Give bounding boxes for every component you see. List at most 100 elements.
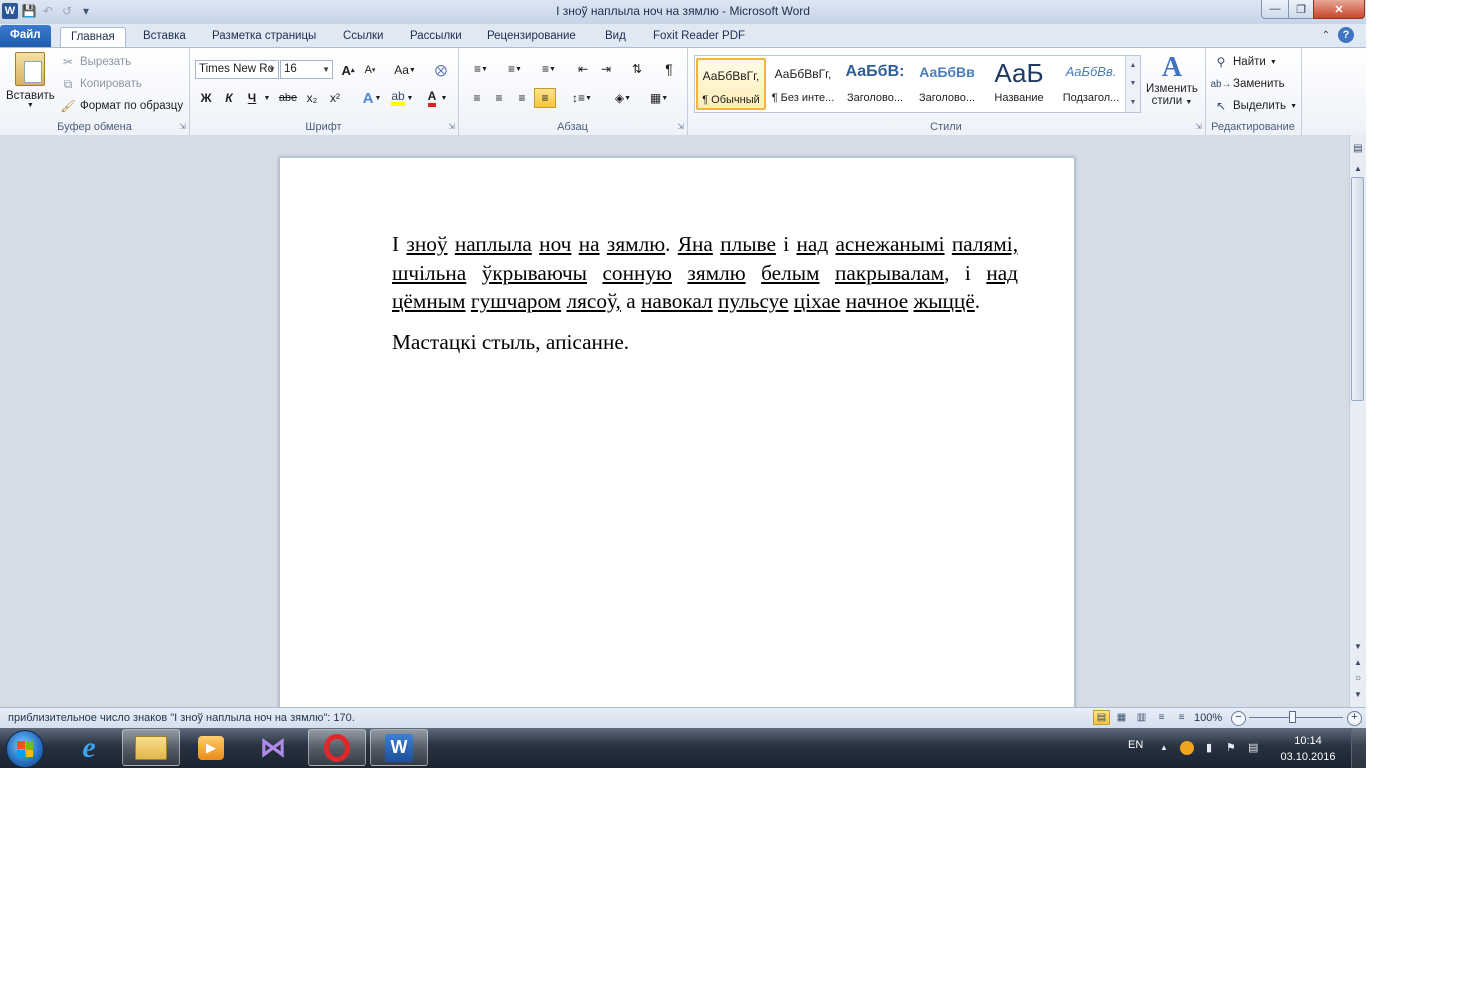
language-indicator[interactable]: EN — [1128, 739, 1143, 751]
italic-button[interactable]: К — [218, 88, 240, 108]
tab-page-layout[interactable]: Разметка страницы — [202, 27, 326, 47]
font-size-box[interactable]: 16 ▼ — [280, 60, 333, 79]
text-run[interactable] — [571, 232, 578, 256]
underlined-word[interactable]: Яна — [678, 232, 713, 256]
underlined-word[interactable]: ноч — [539, 232, 571, 256]
underline-button[interactable]: Ч — [241, 88, 263, 108]
zoom-level[interactable]: 100% — [1194, 712, 1222, 724]
underline-dropdown-icon[interactable]: ▼ — [261, 88, 273, 108]
underlined-word[interactable]: жыццё — [914, 289, 975, 313]
tab-file[interactable]: Файл — [0, 25, 51, 47]
network-icon[interactable]: ▤ — [1248, 741, 1258, 754]
font-name-box[interactable]: Times New Rc ▼ — [195, 60, 279, 79]
tab-view[interactable]: Вид — [595, 27, 636, 47]
close-button[interactable]: ✕ — [1313, 0, 1365, 19]
action-center-flag-icon[interactable]: ⚑ — [1226, 741, 1236, 754]
decrease-indent-icon[interactable]: ⇤ — [572, 59, 594, 79]
minimize-button[interactable]: — — [1261, 0, 1289, 19]
text-run[interactable]: , і — [944, 261, 986, 285]
minimize-ribbon-icon[interactable]: ⌃ — [1322, 30, 1330, 41]
text-run[interactable]: а — [621, 289, 641, 313]
text-run[interactable]: . — [975, 289, 980, 313]
underlined-word[interactable]: над — [986, 261, 1018, 285]
clock[interactable]: 10:14 03.10.2016 — [1278, 733, 1338, 765]
change-styles-button[interactable]: A Изменить стили ▼ — [1146, 53, 1198, 109]
align-left-icon[interactable]: ≡ — [466, 88, 488, 108]
draft-view-icon[interactable]: ≡ — [1173, 710, 1190, 725]
numbering-icon[interactable]: ≡ ▼ — [500, 59, 530, 79]
underlined-word[interactable]: лясоў, — [567, 289, 621, 313]
next-page-icon[interactable]: ▼ — [1350, 687, 1366, 701]
justify-icon[interactable]: ≡ — [534, 88, 556, 108]
scroll-down-icon[interactable]: ▼ — [1130, 80, 1137, 87]
text-run[interactable] — [945, 232, 952, 256]
paragraph-1[interactable]: І зноў наплыла ноч на зямлю. Яна плыве і… — [392, 230, 1018, 316]
underlined-word[interactable]: белым — [761, 261, 819, 285]
taskbar-internet-explorer[interactable]: e — [60, 729, 118, 766]
show-desktop-button[interactable] — [1351, 728, 1366, 768]
shrink-font-button[interactable]: A ▾ — [359, 60, 381, 80]
underlined-word[interactable]: палямі, — [952, 232, 1018, 256]
clear-formatting-icon[interactable]: ⨂ — [430, 60, 452, 80]
text-run[interactable] — [600, 232, 607, 256]
zoom-out-icon[interactable]: − — [1231, 711, 1246, 726]
bold-button[interactable]: Ж — [195, 88, 217, 108]
zoom-in-icon[interactable]: + — [1347, 711, 1362, 726]
document-page[interactable]: І зноў наплыла ноч на зямлю. Яна плыве і… — [279, 157, 1075, 719]
vertical-scrollbar[interactable]: ▤ ▲ ▼ ▲ ○ ▼ — [1349, 135, 1366, 707]
tab-mailings[interactable]: Рассылки — [400, 27, 472, 47]
underlined-word[interactable]: начное — [846, 289, 908, 313]
shading-icon[interactable]: ◈ ▼ — [608, 88, 638, 108]
tab-insert[interactable]: Вставка — [133, 27, 196, 47]
underlined-word[interactable]: навокал — [641, 289, 713, 313]
underlined-word[interactable]: зноў — [406, 232, 447, 256]
align-right-icon[interactable]: ≡ — [511, 88, 533, 108]
dialog-launcher-icon[interactable]: ⇲ — [1195, 122, 1202, 131]
zoom-slider-thumb[interactable] — [1289, 711, 1297, 723]
dialog-launcher-icon[interactable]: ⇲ — [179, 122, 186, 131]
change-case-button[interactable]: Aa ▼ — [390, 60, 420, 80]
chevron-down-icon[interactable]: ▼ — [439, 88, 449, 108]
text-run[interactable] — [746, 261, 761, 285]
underlined-word[interactable]: зямлю — [687, 261, 745, 285]
full-screen-reading-icon[interactable]: ▦ — [1113, 710, 1130, 725]
dialog-launcher-icon[interactable]: ⇲ — [448, 122, 455, 131]
underlined-word[interactable]: ўкрываючы — [482, 261, 587, 285]
underlined-word[interactable]: наплыла — [455, 232, 532, 256]
chevron-down-icon[interactable]: ▼ — [405, 88, 415, 108]
underlined-word[interactable]: на — [579, 232, 600, 256]
strikethrough-button[interactable]: abe — [277, 88, 299, 108]
underlined-word[interactable]: пульсуе — [718, 289, 788, 313]
dialog-launcher-icon[interactable]: ⇲ — [677, 122, 684, 131]
sort-icon[interactable]: ⇅ — [626, 59, 648, 79]
select-browse-object-icon[interactable]: ○ — [1350, 671, 1366, 685]
taskbar-media-player[interactable]: ▶ — [182, 729, 240, 766]
style-title[interactable]: АаБ Название — [984, 58, 1054, 110]
scroll-up-icon[interactable]: ▲ — [1350, 161, 1366, 175]
format-painter-button[interactable]: 🖌 Формат по образцу — [60, 98, 183, 114]
restore-button[interactable]: ❐ — [1288, 0, 1314, 19]
start-button[interactable] — [6, 730, 44, 768]
style-heading-1[interactable]: АаБбВ: Заголово... — [840, 58, 910, 110]
text-run[interactable] — [466, 261, 481, 285]
style-subtitle[interactable]: АаБбВв. Подзагол... — [1056, 58, 1126, 110]
tab-review[interactable]: Рецензирование — [477, 27, 586, 47]
line-spacing-icon[interactable]: ↕≡ ▼ — [568, 88, 596, 108]
underlined-word[interactable]: плыве — [720, 232, 776, 256]
document-body[interactable]: І зноў наплыла ноч на зямлю. Яна плыве і… — [392, 230, 1018, 356]
text-run[interactable]: . — [665, 232, 678, 256]
taskbar-word[interactable]: W — [370, 729, 428, 766]
taskbar-file-explorer[interactable] — [122, 729, 180, 766]
tab-foxit-reader-pdf[interactable]: Foxit Reader PDF — [643, 27, 755, 47]
bullets-icon[interactable]: ≡ ▼ — [466, 59, 496, 79]
text-run[interactable] — [448, 232, 455, 256]
gallery-scrollbar[interactable]: ▲ ▼ ▼ — [1125, 56, 1140, 112]
show-marks-icon[interactable]: ¶ — [658, 59, 680, 79]
grow-font-button[interactable]: A ▴ — [337, 60, 359, 80]
style-no-spacing[interactable]: АаБбВвГг, ¶ Без инте... — [768, 58, 838, 110]
battery-icon[interactable]: ▮ — [1206, 741, 1212, 754]
style-heading-2[interactable]: АаБбВв Заголово... — [912, 58, 982, 110]
multilevel-list-icon[interactable]: ≡ ▼ — [534, 59, 564, 79]
web-layout-icon[interactable]: ▥ — [1133, 710, 1150, 725]
underlined-word[interactable]: пакрывалам — [835, 261, 944, 285]
